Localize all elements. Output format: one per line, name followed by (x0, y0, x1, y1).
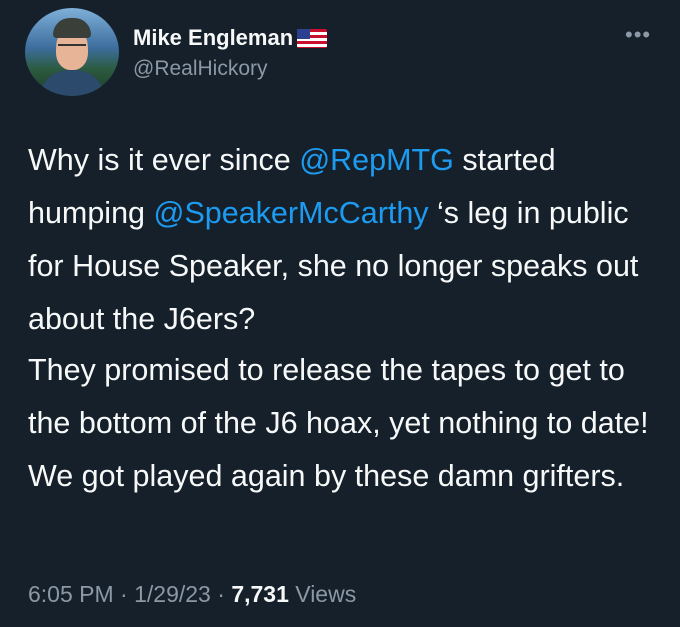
author-name-row[interactable]: Mike Engleman (133, 25, 328, 51)
mention-speakermccarthy[interactable]: @SpeakerMcCarthy (153, 196, 428, 230)
views-label[interactable]: Views (289, 581, 356, 607)
tweet-paragraph-1: Why is it ever since @RepMTG started hum… (28, 134, 668, 346)
tweet-text-part-1: Why is it ever since (28, 143, 300, 177)
tweet-paragraph-2: They promised to release the tapes to ge… (28, 353, 649, 493)
avatar[interactable] (25, 8, 119, 96)
tweet-footer: 6:05 PM · 1/29/23 · 7,731 Views (28, 581, 356, 608)
more-options-icon[interactable]: ••• (625, 22, 651, 48)
avatar-glasses (58, 44, 86, 52)
author-name[interactable]: Mike Engleman (133, 25, 293, 51)
us-flag-icon (297, 28, 328, 48)
views-count[interactable]: 7,731 (231, 581, 289, 607)
author-handle[interactable]: @RealHickory (133, 57, 268, 81)
avatar-shirt (39, 70, 105, 96)
tweet-date[interactable]: 1/29/23 (134, 581, 211, 607)
separator: · (113, 581, 135, 607)
separator: · (210, 581, 232, 607)
tweet-time[interactable]: 6:05 PM (28, 581, 114, 607)
avatar-cap (53, 18, 91, 38)
mention-repmtg[interactable]: @RepMTG (299, 143, 454, 177)
